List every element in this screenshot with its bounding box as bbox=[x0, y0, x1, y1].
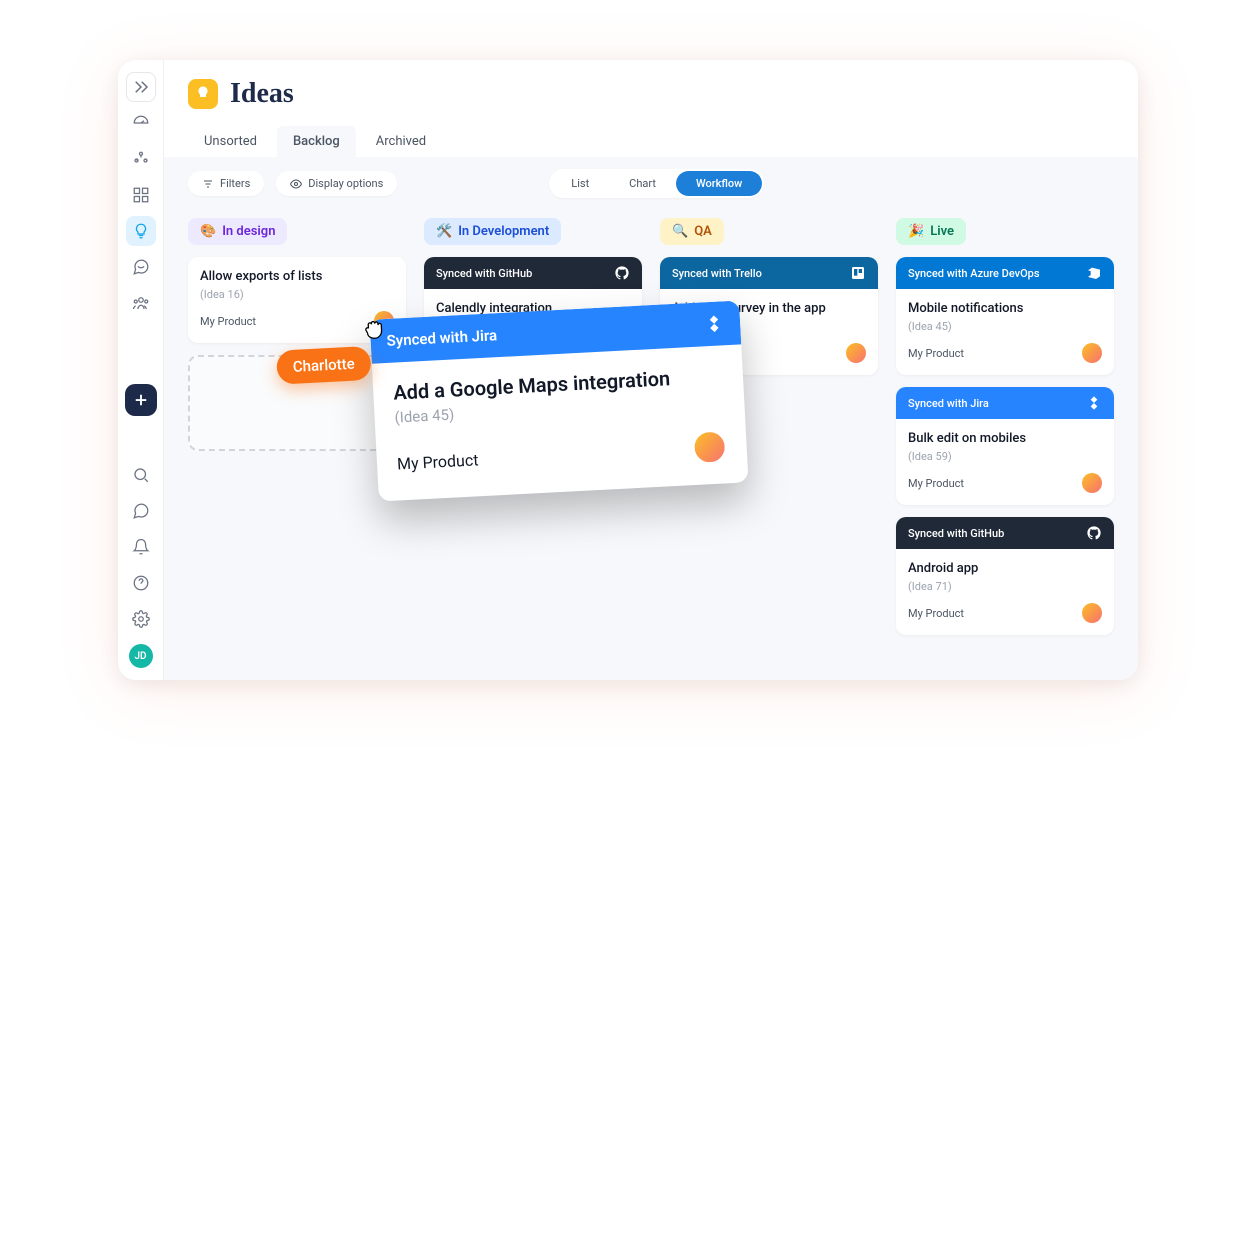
sync-label: Synced with GitHub bbox=[436, 267, 532, 280]
view-list[interactable]: List bbox=[551, 171, 609, 196]
card-product: My Product bbox=[908, 607, 964, 620]
card-id: (Idea 59) bbox=[908, 450, 1102, 463]
column-label: In design bbox=[222, 224, 275, 239]
kanban-board: 🎨 In design Allow exports of lists (Idea… bbox=[164, 210, 1138, 680]
tab-unsorted[interactable]: Unsorted bbox=[188, 126, 273, 157]
chat-icon[interactable] bbox=[126, 496, 156, 526]
search-icon[interactable] bbox=[126, 460, 156, 490]
page-title: Ideas bbox=[230, 78, 294, 110]
sync-label: Synced with GitHub bbox=[908, 527, 1004, 540]
collaborator-tag: Charlotte bbox=[276, 346, 372, 385]
feedback-icon[interactable] bbox=[126, 252, 156, 282]
jira-icon bbox=[704, 313, 725, 334]
card-product: My Product bbox=[397, 450, 479, 473]
card-product: My Product bbox=[908, 477, 964, 490]
column-in-design: 🎨 In design Allow exports of lists (Idea… bbox=[188, 218, 406, 656]
column-header-design: 🎨 In design bbox=[188, 218, 287, 245]
tab-backlog[interactable]: Backlog bbox=[277, 126, 356, 157]
modules-icon[interactable] bbox=[126, 144, 156, 174]
column-label: In Development bbox=[458, 224, 549, 239]
card-id: (Idea 45) bbox=[908, 320, 1102, 333]
card-id: (Idea 16) bbox=[200, 288, 394, 301]
sync-badge-github: Synced with GitHub bbox=[896, 517, 1114, 549]
filters-label: Filters bbox=[220, 177, 250, 190]
trello-icon bbox=[850, 265, 866, 281]
sync-badge-trello: Synced with Trello bbox=[660, 257, 878, 289]
column-live: 🎉 Live Synced with Azure DevOps Mobile n… bbox=[896, 218, 1114, 656]
column-header-dev: 🛠️ In Development bbox=[424, 218, 561, 245]
view-workflow[interactable]: Workflow bbox=[676, 171, 762, 196]
assignee-avatar bbox=[1082, 473, 1102, 493]
main-content: Ideas Unsorted Backlog Archived Filters … bbox=[164, 60, 1138, 680]
card-product: My Product bbox=[200, 315, 256, 328]
assignee-avatar bbox=[1082, 343, 1102, 363]
sidebar: JD bbox=[118, 60, 164, 680]
tabs: Unsorted Backlog Archived bbox=[188, 126, 1114, 157]
sync-label: Synced with Trello bbox=[672, 267, 762, 280]
app-window: JD Ideas Unsorted Backlog Archived Filte… bbox=[118, 60, 1138, 680]
azure-devops-icon bbox=[1086, 265, 1102, 281]
ideas-icon[interactable] bbox=[126, 216, 156, 246]
card-title: Android app bbox=[908, 561, 1102, 576]
header: Ideas Unsorted Backlog Archived bbox=[164, 60, 1138, 157]
assignee-avatar bbox=[1082, 603, 1102, 623]
ideas-page-icon bbox=[188, 79, 218, 109]
column-emoji: 🎉 bbox=[908, 224, 924, 239]
sync-badge-jira: Synced with Jira bbox=[896, 387, 1114, 419]
github-icon bbox=[614, 265, 630, 281]
display-options-button[interactable]: Display options bbox=[276, 171, 397, 196]
card-product: My Product bbox=[908, 347, 964, 360]
idea-card[interactable]: Synced with Jira Bulk edit on mobiles (I… bbox=[896, 387, 1114, 505]
display-options-label: Display options bbox=[308, 177, 383, 190]
card-id: (Idea 71) bbox=[908, 580, 1102, 593]
sync-badge-github: Synced with GitHub bbox=[424, 257, 642, 289]
column-emoji: 🛠️ bbox=[436, 224, 452, 239]
idea-card[interactable]: Synced with GitHub Android app (Idea 71)… bbox=[896, 517, 1114, 635]
view-switcher: List Chart Workflow bbox=[549, 169, 764, 198]
sync-label: Synced with Azure DevOps bbox=[908, 267, 1040, 280]
grid-icon[interactable] bbox=[126, 180, 156, 210]
card-title: Allow exports of lists bbox=[200, 269, 394, 284]
tab-archived[interactable]: Archived bbox=[360, 126, 442, 157]
sync-label: Synced with Jira bbox=[386, 326, 497, 350]
filters-button[interactable]: Filters bbox=[188, 171, 264, 196]
column-header-live: 🎉 Live bbox=[896, 218, 966, 245]
card-title: Bulk edit on mobiles bbox=[908, 431, 1102, 446]
view-chart[interactable]: Chart bbox=[609, 171, 676, 196]
assignee-avatar bbox=[846, 343, 866, 363]
dragging-card-overlay: Charlotte Synced with Jira Add a Google … bbox=[369, 300, 748, 501]
jira-icon bbox=[1086, 395, 1102, 411]
dragged-card[interactable]: Synced with Jira Add a Google Maps integ… bbox=[369, 300, 748, 501]
grab-cursor-icon bbox=[361, 315, 389, 346]
expand-sidebar-button[interactable] bbox=[126, 72, 156, 102]
dashboard-icon[interactable] bbox=[126, 108, 156, 138]
bell-icon[interactable] bbox=[126, 532, 156, 562]
column-emoji: 🔍 bbox=[672, 224, 688, 239]
user-avatar[interactable]: JD bbox=[129, 644, 153, 668]
team-icon[interactable] bbox=[126, 288, 156, 318]
column-header-qa: 🔍 QA bbox=[660, 218, 724, 245]
toolbar: Filters Display options List Chart Workf… bbox=[164, 157, 1138, 210]
settings-icon[interactable] bbox=[126, 604, 156, 634]
github-icon bbox=[1086, 525, 1102, 541]
idea-card[interactable]: Synced with Azure DevOps Mobile notifica… bbox=[896, 257, 1114, 375]
assignee-avatar bbox=[692, 429, 728, 465]
column-label: QA bbox=[694, 224, 712, 239]
card-title: Mobile notifications bbox=[908, 301, 1102, 316]
column-emoji: 🎨 bbox=[200, 224, 216, 239]
column-label: Live bbox=[930, 224, 954, 239]
help-icon[interactable] bbox=[126, 568, 156, 598]
add-button[interactable] bbox=[125, 384, 157, 416]
sync-badge-azure: Synced with Azure DevOps bbox=[896, 257, 1114, 289]
sync-label: Synced with Jira bbox=[908, 397, 989, 410]
